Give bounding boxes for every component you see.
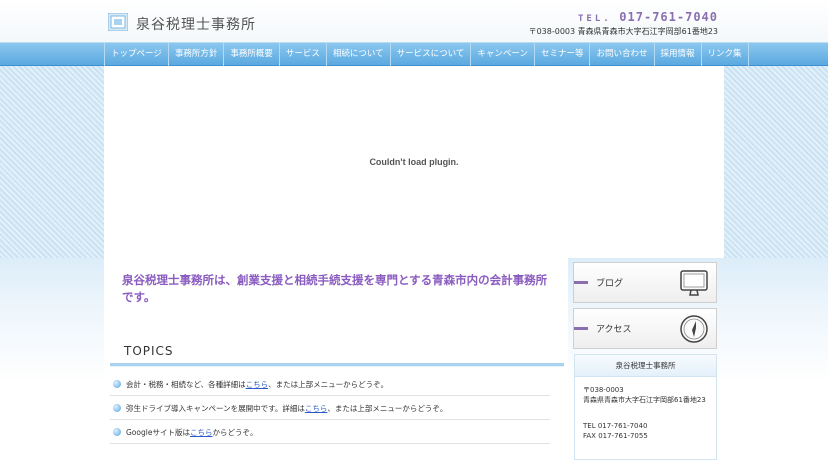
- nav-item-inheritance[interactable]: 相続について: [327, 43, 391, 66]
- office-tel: TEL 017-761-7040: [583, 422, 648, 430]
- tel-prefix: TEL.: [577, 14, 612, 24]
- topic-text: からどうぞ。: [212, 428, 258, 437]
- bullet-icon: [113, 428, 121, 436]
- nav-item-campaign[interactable]: キャンペーン: [471, 43, 535, 66]
- blog-label: ブログ: [596, 279, 624, 289]
- nav-list: トップページ 事務所方針 事務所概要 サービス 相続について サービスについて …: [104, 43, 749, 67]
- accent-bar: [574, 281, 588, 284]
- nav-item-overview[interactable]: 事務所概要: [224, 43, 280, 66]
- topic-text: Googleサイト版は: [126, 428, 190, 437]
- nav-item-recruit[interactable]: 採用情報: [655, 43, 702, 66]
- nav-item-policy[interactable]: 事務所方針: [169, 43, 225, 66]
- compass-icon: [680, 315, 708, 343]
- lead-text: 泉谷税理士事務所は、創業支援と相続手続支援を専門とする青森市内の会計事務所です。: [122, 273, 548, 304]
- office-postal: 〒038-0003: [583, 386, 624, 394]
- topic-link[interactable]: こちら: [305, 404, 328, 413]
- topic-text: 、または上部メニューからどうぞ。: [268, 380, 389, 389]
- topic-item: 会計・税務・相続など、各種詳細はこちら、または上部メニューからどうぞ。: [110, 373, 550, 396]
- topic-text: 弥生ドライブ導入キャンペーンを展開中です。詳細は: [126, 404, 305, 413]
- topics-header: TOPICS: [110, 338, 564, 366]
- nav-item-top[interactable]: トップページ: [104, 43, 169, 66]
- office-info-title: 泉谷税理士事務所: [575, 355, 716, 377]
- tel-number: 017-761-7040: [619, 10, 718, 24]
- office-info-box: 泉谷税理士事務所 〒038-0003 青森県青森市大字石江字岡部61番地23 T…: [574, 354, 717, 460]
- topic-item: Googleサイト版はこちらからどうぞ。: [110, 421, 550, 444]
- blog-button[interactable]: ブログ: [573, 262, 717, 303]
- plugin-area[interactable]: Couldn't load plugin.: [104, 66, 724, 258]
- topic-item: 弥生ドライブ導入キャンペーンを展開中です。詳細はこちら、または上部メニューからど…: [110, 397, 550, 420]
- nav-item-contact[interactable]: お問い合わせ: [590, 43, 655, 66]
- office-address: 青森県青森市大字石江字岡部61番地23: [583, 396, 706, 404]
- office-info-body: 〒038-0003 青森県青森市大字石江字岡部61番地23 TEL 017-76…: [575, 377, 716, 441]
- access-label: アクセス: [596, 325, 632, 335]
- header-address: 〒038-0003 青森県青森市大字石江字岡部61番地23: [528, 27, 718, 36]
- bullet-icon: [113, 404, 121, 412]
- plugin-error-message: Couldn't load plugin.: [369, 157, 459, 167]
- main-nav: トップページ 事務所方針 事務所概要 サービス 相続について サービスについて …: [0, 42, 828, 66]
- accent-bar: [574, 327, 588, 330]
- site-header: 泉谷税理士事務所 TEL. 017-761-7040 〒038-0003 青森県…: [0, 0, 828, 42]
- logo-icon: [108, 13, 128, 31]
- site-logo-text[interactable]: 泉谷税理士事務所: [136, 14, 256, 34]
- header-phone: TEL. 017-761-7040: [578, 10, 718, 24]
- stripe-background-right: [724, 66, 828, 258]
- topic-link[interactable]: こちら: [190, 428, 213, 437]
- monitor-icon: [680, 270, 708, 296]
- stripe-background-left: [0, 66, 104, 258]
- bullet-icon: [113, 380, 121, 388]
- nav-item-about-service[interactable]: サービスについて: [391, 43, 472, 66]
- topic-text: 、または上部メニューからどうぞ。: [327, 404, 448, 413]
- nav-item-service[interactable]: サービス: [280, 43, 327, 66]
- nav-item-links[interactable]: リンク集: [702, 43, 749, 66]
- access-button[interactable]: アクセス: [573, 308, 717, 349]
- office-fax: FAX 017-761-7055: [583, 432, 648, 440]
- topic-text: 会計・税務・相続など、各種詳細は: [126, 380, 246, 389]
- topics-title: TOPICS: [124, 344, 174, 358]
- main-content: 泉谷税理士事務所は、創業支援と相続手続支援を専門とする青森市内の会計事務所です。…: [104, 258, 568, 466]
- nav-item-seminar[interactable]: セミナー等: [535, 43, 591, 66]
- topic-link[interactable]: こちら: [246, 380, 269, 389]
